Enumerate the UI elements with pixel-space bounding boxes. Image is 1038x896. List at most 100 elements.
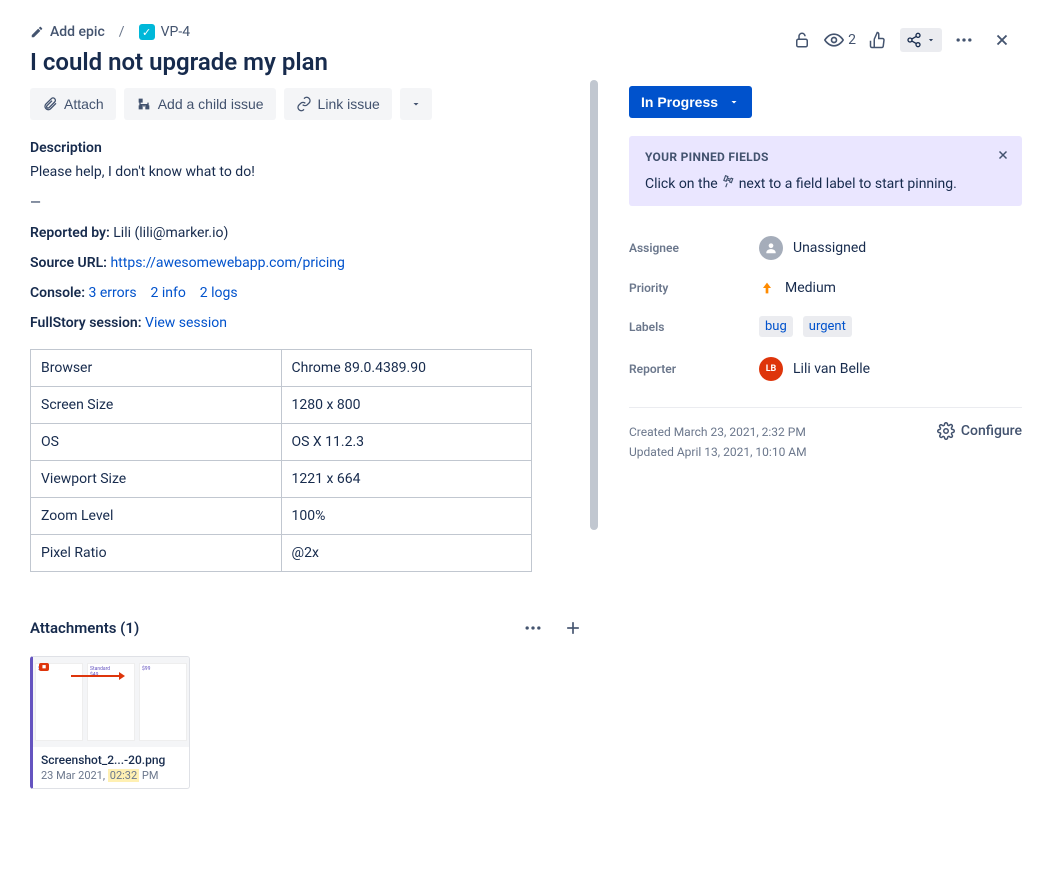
more-icon xyxy=(954,30,974,50)
table-cell-key: Zoom Level xyxy=(31,498,282,535)
console-info-link[interactable]: 2 info xyxy=(151,285,186,301)
table-cell-key: Pixel Ratio xyxy=(31,535,282,572)
attach-label: Attach xyxy=(64,96,104,112)
console-line: Console: 3 errors 2 info 2 logs xyxy=(30,285,589,301)
configure-label: Configure xyxy=(961,423,1022,439)
close-icon xyxy=(993,31,1011,49)
description-text[interactable]: Please help, I don't know what to do! xyxy=(30,162,589,183)
add-epic-link[interactable]: Add epic xyxy=(30,24,105,40)
share-icon xyxy=(906,32,922,48)
timestamps: Created March 23, 2021, 2:32 PM Updated … xyxy=(629,422,807,463)
table-cell-key: Browser xyxy=(31,350,282,387)
add-child-button[interactable]: Add a child issue xyxy=(124,88,276,120)
console-label: Console: xyxy=(30,285,85,301)
status-label: In Progress xyxy=(641,94,718,110)
table-cell-value: @2x xyxy=(281,535,532,572)
assignee-value: Unassigned xyxy=(793,240,866,256)
table-cell-value: 100% xyxy=(281,498,532,535)
table-row: Pixel Ratio@2x xyxy=(31,535,532,572)
console-logs-link[interactable]: 2 logs xyxy=(200,285,238,301)
child-issue-icon xyxy=(136,96,152,112)
table-cell-key: Viewport Size xyxy=(31,461,282,498)
source-url-link[interactable]: https://awesomewebapp.com/pricing xyxy=(110,255,344,271)
table-row: Screen Size1280 x 800 xyxy=(31,387,532,424)
table-row: Zoom Level100% xyxy=(31,498,532,535)
fullstory-line: FullStory session: View session xyxy=(30,315,589,331)
labels-label: Labels xyxy=(629,320,759,334)
gear-icon xyxy=(937,422,955,440)
reported-by-line: Reported by: Lili (lili@marker.io) xyxy=(30,225,589,241)
link-issue-button[interactable]: Link issue xyxy=(284,88,392,120)
table-cell-key: Screen Size xyxy=(31,387,282,424)
priority-value: Medium xyxy=(785,280,836,296)
unlock-icon xyxy=(793,31,811,49)
attachments-add-button[interactable] xyxy=(557,612,589,644)
chevron-down-icon xyxy=(728,96,740,108)
labels-field[interactable]: Labels bug urgent xyxy=(613,306,1022,347)
attachment-filename: Screenshot_2...-20.png xyxy=(41,753,181,767)
more-actions-caret[interactable] xyxy=(400,88,432,120)
environment-table: BrowserChrome 89.0.4389.90 Screen Size12… xyxy=(30,349,532,572)
pinned-fields-box: YOUR PINNED FIELDS Click on the next to … xyxy=(629,136,1022,206)
divider-dash: — xyxy=(30,195,589,211)
priority-medium-icon xyxy=(759,280,775,296)
breadcrumb-separator: / xyxy=(119,24,125,40)
chevron-down-icon xyxy=(926,35,936,45)
priority-label: Priority xyxy=(629,281,759,295)
more-icon xyxy=(523,618,543,638)
pinned-text: Click on the next to a field label to st… xyxy=(645,174,1006,192)
fullstory-link[interactable]: View session xyxy=(145,315,227,331)
scrollbar[interactable] xyxy=(590,80,598,530)
pin-icon xyxy=(719,172,738,191)
source-url-line: Source URL: https://awesomewebapp.com/pr… xyxy=(30,255,589,271)
fullstory-label: FullStory session: xyxy=(30,315,142,331)
close-button[interactable] xyxy=(986,24,1018,56)
label-tag[interactable]: urgent xyxy=(803,316,852,337)
share-button[interactable] xyxy=(900,28,942,52)
attachments-more-button[interactable] xyxy=(517,612,549,644)
configure-button[interactable]: Configure xyxy=(937,422,1022,440)
close-icon xyxy=(996,148,1010,162)
pencil-icon xyxy=(30,25,44,39)
reporter-label: Reporter xyxy=(629,362,759,376)
attachment-thumbnail: ◼ $0 Standard$49 $99 xyxy=(33,657,189,747)
priority-field[interactable]: Priority Medium xyxy=(613,270,1022,306)
table-cell-value: Chrome 89.0.4389.90 xyxy=(281,350,532,387)
reporter-field[interactable]: Reporter LB Lili van Belle xyxy=(613,347,1022,391)
breadcrumb: Add epic / ✓ VP-4 xyxy=(30,24,190,40)
pinned-title: YOUR PINNED FIELDS xyxy=(645,150,1006,164)
table-row: Viewport Size1221 x 664 xyxy=(31,461,532,498)
action-buttons-row: Attach Add a child issue Link issue xyxy=(30,88,589,120)
updated-date: Updated April 13, 2021, 10:10 AM xyxy=(629,442,807,462)
issue-type-icon: ✓ xyxy=(139,24,155,40)
more-button[interactable] xyxy=(948,24,980,56)
created-date: Created March 23, 2021, 2:32 PM xyxy=(629,422,807,442)
watchers[interactable]: 2 xyxy=(824,30,856,50)
pinned-close-button[interactable] xyxy=(996,148,1010,162)
console-errors-link[interactable]: 3 errors xyxy=(89,285,137,301)
attachment-card[interactable]: ◼ $0 Standard$49 $99 Screenshot_2...-20.… xyxy=(30,656,190,789)
description-label: Description xyxy=(30,140,589,156)
reporter-avatar: LB xyxy=(759,357,783,381)
table-cell-key: OS xyxy=(31,424,282,461)
assignee-field[interactable]: Assignee Unassigned xyxy=(613,226,1022,270)
add-child-label: Add a child issue xyxy=(158,96,264,112)
reported-by-label: Reported by: xyxy=(30,225,110,241)
add-epic-label: Add epic xyxy=(50,24,105,40)
reporter-value: Lili van Belle xyxy=(793,361,870,377)
attachment-date: 23 Mar 2021, 02:32 PM xyxy=(41,769,181,782)
status-dropdown[interactable]: In Progress xyxy=(629,86,752,118)
issue-key-label: VP-4 xyxy=(161,24,190,40)
thumbs-up-icon xyxy=(869,31,887,49)
attach-icon xyxy=(42,96,58,112)
attachments-title: Attachments (1) xyxy=(30,619,139,637)
like-button[interactable] xyxy=(862,24,894,56)
table-cell-value: 1221 x 664 xyxy=(281,461,532,498)
issue-key[interactable]: ✓ VP-4 xyxy=(139,24,190,40)
table-cell-value: OS X 11.2.3 xyxy=(281,424,532,461)
eye-icon xyxy=(824,30,844,50)
issue-title[interactable]: I could not upgrade my plan xyxy=(30,48,589,76)
lock-button[interactable] xyxy=(786,24,818,56)
label-tag[interactable]: bug xyxy=(759,316,793,337)
attach-button[interactable]: Attach xyxy=(30,88,116,120)
